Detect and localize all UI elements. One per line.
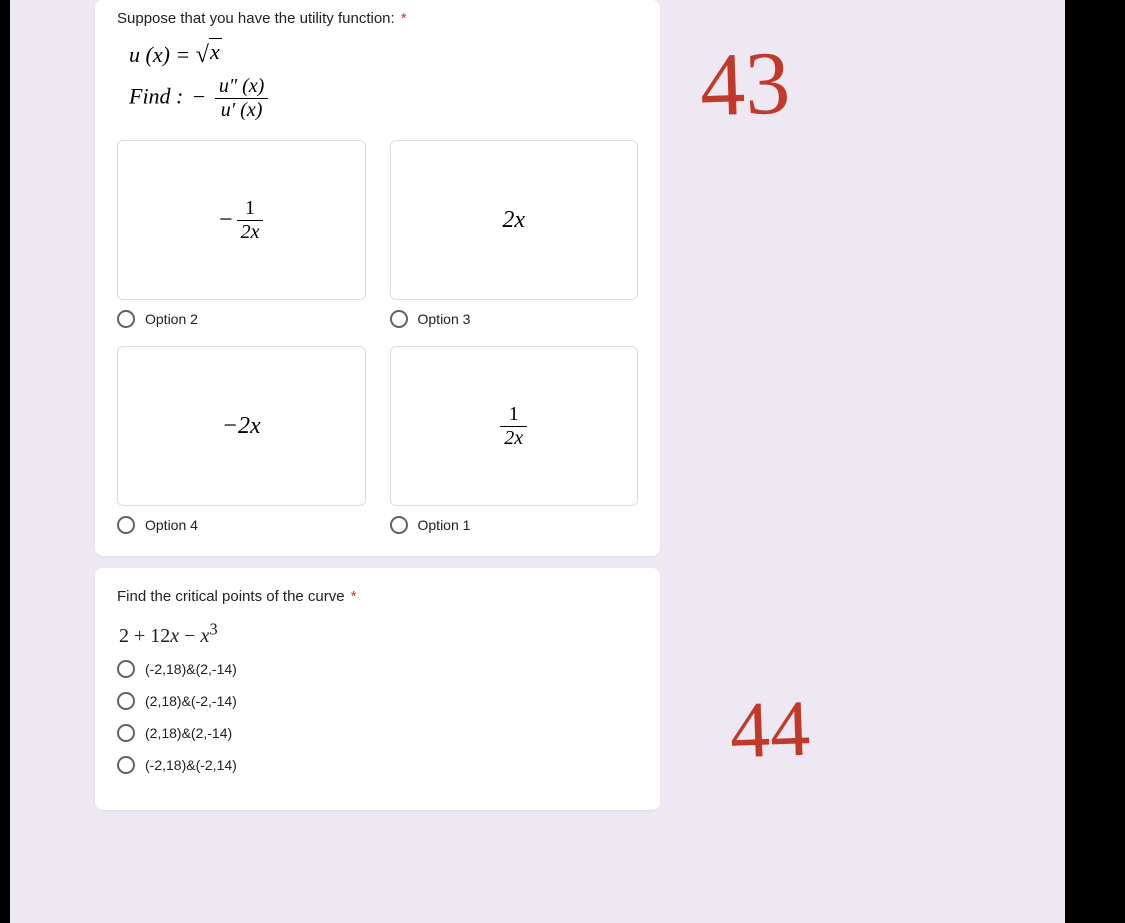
radio-icon [117,660,135,678]
question-card-44: Find the critical points of the curve * … [95,568,660,810]
fraction: 1 2x [237,197,264,244]
sqrt-symbol: √ [196,42,209,68]
option-cell-4: −2x Option 4 [117,346,366,534]
option-label: Option 1 [418,517,471,533]
frac-den: 2x [237,221,264,244]
find-label: Find : [129,84,183,109]
option-label: (2,18)&(-2,-14) [145,693,237,709]
frac-num: 1 [237,197,264,221]
radio-icon [117,310,135,328]
question-text: Find the critical points of the curve [117,588,345,605]
frac-num: u″ (x) [215,75,269,99]
frac-den: u′ (x) [215,99,269,122]
expr-2x: 2x [502,207,525,234]
required-star: * [401,10,407,27]
u-equals: u (x) = [129,42,196,67]
option-radio-a[interactable]: (-2,18)&(2,-14) [117,660,638,678]
question-text: Suppose that you have the utility functi… [117,10,395,27]
cubic-expr: 2 + 12x − x3 [119,625,218,647]
option-radio-2[interactable]: Option 2 [117,310,366,328]
options-list: (-2,18)&(2,-14) (2,18)&(-2,-14) (2,18)&(… [117,660,638,774]
form-column: Suppose that you have the utility functi… [95,0,660,822]
right-black-bar [1065,0,1125,923]
option-image-1: 1 2x [390,346,639,506]
option-radio-3[interactable]: Option 3 [390,310,639,328]
radio-icon [117,516,135,534]
option-image-4: −2x [117,346,366,506]
option-radio-4[interactable]: Option 4 [117,516,366,534]
radio-icon [117,724,135,742]
math-expression: u (x) = √x Find : − u″ (x) u′ (x) [129,41,638,122]
required-star: * [351,588,357,605]
sqrt-expression: √x [196,41,222,69]
radio-icon [390,310,408,328]
option-radio-d[interactable]: (-2,18)&(-2,14) [117,756,638,774]
handwritten-annotation-44: 44 [729,689,812,772]
math-expression: 2 + 12x − x3 [119,619,638,648]
option-label: (-2,18)&(2,-14) [145,661,237,677]
option-image-3: 2x [390,140,639,300]
fraction: 1 2x [500,403,527,450]
neg-sign: − [193,84,205,109]
option-radio-c[interactable]: (2,18)&(2,-14) [117,724,638,742]
option-label: (2,18)&(2,-14) [145,725,232,741]
radio-icon [117,692,135,710]
neg-sign: − [219,207,233,234]
question-title: Find the critical points of the curve * [117,588,638,605]
option-image-2: − 1 2x [117,140,366,300]
fraction: u″ (x) u′ (x) [215,75,269,122]
option-label: Option 3 [418,311,471,327]
option-label: (-2,18)&(-2,14) [145,757,237,773]
option-cell-1: 1 2x Option 1 [390,346,639,534]
radio-icon [117,756,135,774]
option-radio-b[interactable]: (2,18)&(-2,-14) [117,692,638,710]
frac-num: 1 [500,403,527,427]
radio-icon [390,516,408,534]
option-label: Option 2 [145,311,198,327]
handwritten-annotation-43: 43 [698,38,791,131]
sqrt-argument: x [209,38,222,65]
math-line-2: Find : − u″ (x) u′ (x) [129,75,638,122]
expr-neg2x: −2x [222,413,261,440]
frac-den: 2x [500,427,527,450]
question-card-43: Suppose that you have the utility functi… [95,0,660,556]
option-cell-3: 2x Option 3 [390,140,639,328]
math-line-1: u (x) = √x [129,41,638,69]
option-radio-1[interactable]: Option 1 [390,516,639,534]
option-label: Option 4 [145,517,198,533]
option-cell-2: − 1 2x Option 2 [117,140,366,328]
left-black-bar [0,0,10,923]
options-grid: − 1 2x Option 2 2x Option [117,140,638,534]
question-title: Suppose that you have the utility functi… [117,10,638,27]
